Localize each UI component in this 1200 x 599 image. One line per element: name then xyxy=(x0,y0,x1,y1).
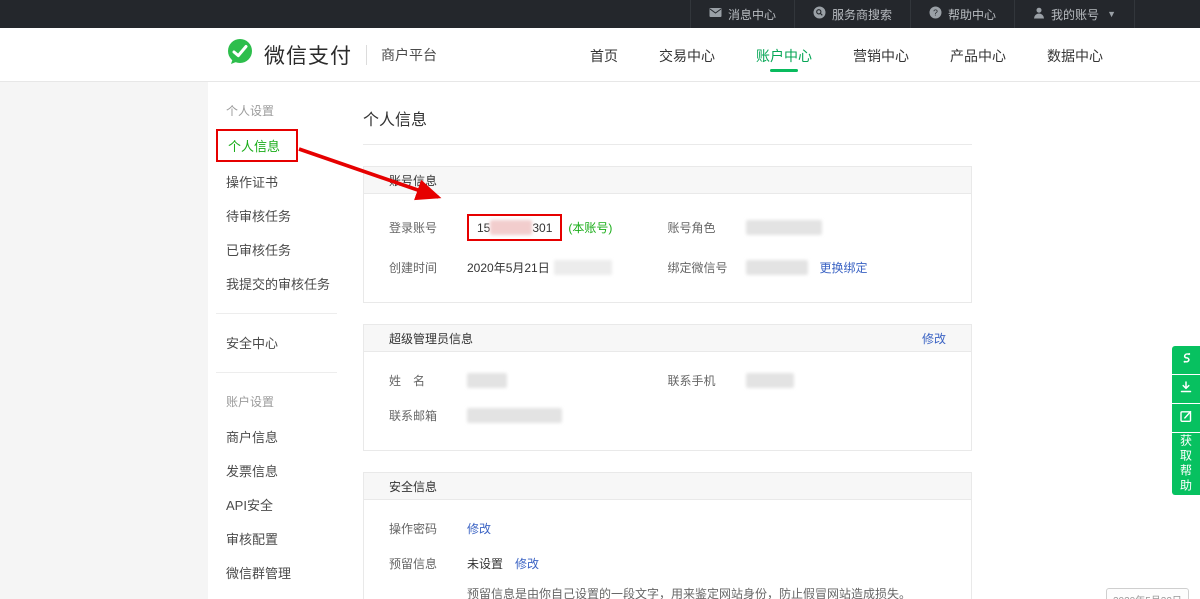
mail-icon xyxy=(709,7,722,21)
header: 微信支付 商户平台 首页 交易中心 账户中心 营销中心 产品中心 数据中心 xyxy=(0,28,1200,82)
login-account-suffix: 301 xyxy=(532,221,552,235)
section-title: 超级管理员信息 xyxy=(389,330,473,347)
merchant-platform-page: 消息中心 服务商搜索 ? 帮助中心 我的账号 ▼ xyxy=(0,0,1200,599)
topbar: 消息中心 服务商搜索 ? 帮助中心 我的账号 ▼ xyxy=(0,0,1200,28)
account-info-card-header: 账号信息 xyxy=(364,167,971,194)
created-time-label: 创建时间 xyxy=(389,259,467,276)
super-admin-card: 超级管理员信息 修改 姓 名 联系手机 xyxy=(363,324,972,451)
download-icon xyxy=(1179,380,1193,399)
search-icon xyxy=(813,6,826,22)
edit-reserved-info-link[interactable]: 修改 xyxy=(515,555,539,572)
sidebar-item-invoice-info[interactable]: 发票信息 xyxy=(208,454,345,488)
floating-help-rail: 获取帮助 xyxy=(1172,346,1200,495)
created-time-value: 2020年5月21日 xyxy=(467,259,550,276)
nav-product-center[interactable]: 产品中心 xyxy=(948,29,1008,80)
sidebar-item-label: 个人信息 xyxy=(228,139,280,154)
sidebar-item-api-security[interactable]: API安全 xyxy=(208,488,345,522)
sidebar-item-merchant-info[interactable]: 商户信息 xyxy=(208,420,345,454)
reserved-info-value: 未设置 xyxy=(467,555,503,572)
topbar-item-label: 帮助中心 xyxy=(948,6,996,23)
topbar-item-message-center[interactable]: 消息中心 xyxy=(690,0,794,28)
brand-name: 微信支付 xyxy=(264,40,352,70)
topbar-item-my-account[interactable]: 我的账号 ▼ xyxy=(1014,0,1135,28)
operation-password-label: 操作密码 xyxy=(389,520,467,537)
bound-wechat-label: 绑定微信号 xyxy=(668,259,746,276)
nav-data-center[interactable]: 数据中心 xyxy=(1045,29,1105,80)
sidebar-item-wechat-group-mgmt[interactable]: 微信群管理 xyxy=(208,556,345,590)
main-content: 个人信息 账号信息 登录账号 15 xyxy=(345,82,1200,599)
edit-icon xyxy=(1179,409,1193,428)
change-binding-link[interactable]: 更换绑定 xyxy=(820,259,868,276)
topbar-item-label: 服务商搜索 xyxy=(832,6,892,23)
annotation-red-box-account: 15 301 xyxy=(467,214,562,241)
security-info-card-header: 安全信息 xyxy=(364,473,971,500)
question-icon: ? xyxy=(929,6,942,22)
sidebar-group-personal-settings: 个人设置 xyxy=(208,102,345,119)
annotation-red-box-sidebar: 个人信息 xyxy=(216,129,298,162)
download-button[interactable] xyxy=(1172,375,1200,403)
contact-email-label: 联系邮箱 xyxy=(389,407,467,424)
redacted-email xyxy=(467,408,562,423)
login-account-label: 登录账号 xyxy=(389,219,467,236)
topbar-menu: 消息中心 服务商搜索 ? 帮助中心 我的账号 ▼ xyxy=(690,0,1135,28)
redacted-name xyxy=(467,373,507,388)
date-tooltip: 2020年5月22日 xyxy=(1106,588,1189,599)
reserved-info-description: 预留信息是由你自己设置的一段文字，用来鉴定网站身份，防止假冒网站造成损失。 配置… xyxy=(467,586,946,599)
portal-name: 商户平台 xyxy=(381,45,437,65)
contact-phone-label: 联系手机 xyxy=(668,372,746,389)
nav-marketing-center[interactable]: 营销中心 xyxy=(851,29,911,80)
current-account-note: (本账号) xyxy=(568,219,612,236)
sidebar-item-personal-info[interactable]: 个人信息 xyxy=(216,129,345,162)
redacted-login-account xyxy=(490,220,532,235)
user-icon xyxy=(1033,7,1045,22)
security-info-card: 安全信息 操作密码 修改 预留信息 未设置 修改 xyxy=(363,472,972,599)
redacted-wechat-id xyxy=(746,260,808,275)
sidebar-item-security-center[interactable]: 安全中心 xyxy=(208,326,345,360)
sidebar-item-reviewed-tasks[interactable]: 已审核任务 xyxy=(208,233,345,267)
topbar-item-label: 我的账号 xyxy=(1051,6,1099,23)
link-icon xyxy=(1179,351,1193,370)
edit-admin-link[interactable]: 修改 xyxy=(922,330,946,347)
redacted-created-time xyxy=(554,260,612,275)
sidebar-item-pending-review-tasks[interactable]: 待审核任务 xyxy=(208,199,345,233)
account-info-card: 账号信息 登录账号 15 301 (本账号) xyxy=(363,166,972,303)
brand-divider xyxy=(366,45,367,65)
feedback-button[interactable] xyxy=(1172,404,1200,432)
edit-password-link[interactable]: 修改 xyxy=(467,520,491,537)
sidebar: 个人设置 个人信息 操作证书 待审核任务 已审核任务 我提交的审核任务 安全中心… xyxy=(208,82,345,599)
page-title: 个人信息 xyxy=(363,106,1200,130)
description-line: 预留信息是由你自己设置的一段文字，用来鉴定网站身份，防止假冒网站造成损失。 xyxy=(467,586,946,599)
redacted-account-role xyxy=(746,220,822,235)
primary-nav: 首页 交易中心 账户中心 营销中心 产品中心 数据中心 xyxy=(588,28,1105,81)
wechat-pay-logo-icon xyxy=(225,37,255,72)
login-account-prefix: 15 xyxy=(477,221,490,235)
sidebar-item-operation-certificate[interactable]: 操作证书 xyxy=(208,165,345,199)
redacted-phone xyxy=(746,373,794,388)
topbar-item-provider-search[interactable]: 服务商搜索 xyxy=(794,0,910,28)
contact-link-button[interactable] xyxy=(1172,346,1200,374)
nav-transaction-center[interactable]: 交易中心 xyxy=(657,29,717,80)
sidebar-item-my-submitted-tasks[interactable]: 我提交的审核任务 xyxy=(208,267,345,301)
nav-home[interactable]: 首页 xyxy=(588,29,620,80)
name-label: 姓 名 xyxy=(389,372,467,389)
chevron-down-icon: ▼ xyxy=(1107,9,1116,19)
sidebar-group-account-settings: 账户设置 xyxy=(208,393,345,410)
section-title: 账号信息 xyxy=(389,172,437,189)
sidebar-item-staff-account-mgmt[interactable]: 员工账号管理 xyxy=(208,590,345,599)
title-divider xyxy=(363,144,972,145)
sidebar-divider xyxy=(216,313,337,314)
get-help-button[interactable]: 获取帮助 xyxy=(1172,433,1200,495)
section-title: 安全信息 xyxy=(389,478,437,495)
sidebar-item-review-config[interactable]: 审核配置 xyxy=(208,522,345,556)
svg-text:?: ? xyxy=(933,7,938,17)
topbar-item-help-center[interactable]: ? 帮助中心 xyxy=(910,0,1014,28)
reserved-info-label: 预留信息 xyxy=(389,555,467,572)
brand-block: 微信支付 商户平台 xyxy=(225,28,437,81)
sidebar-divider xyxy=(216,372,337,373)
topbar-item-label: 消息中心 xyxy=(728,6,776,23)
nav-account-center[interactable]: 账户中心 xyxy=(754,29,814,80)
account-role-label: 账号角色 xyxy=(668,219,746,236)
super-admin-card-header: 超级管理员信息 修改 xyxy=(364,325,971,352)
left-gutter xyxy=(0,82,208,599)
